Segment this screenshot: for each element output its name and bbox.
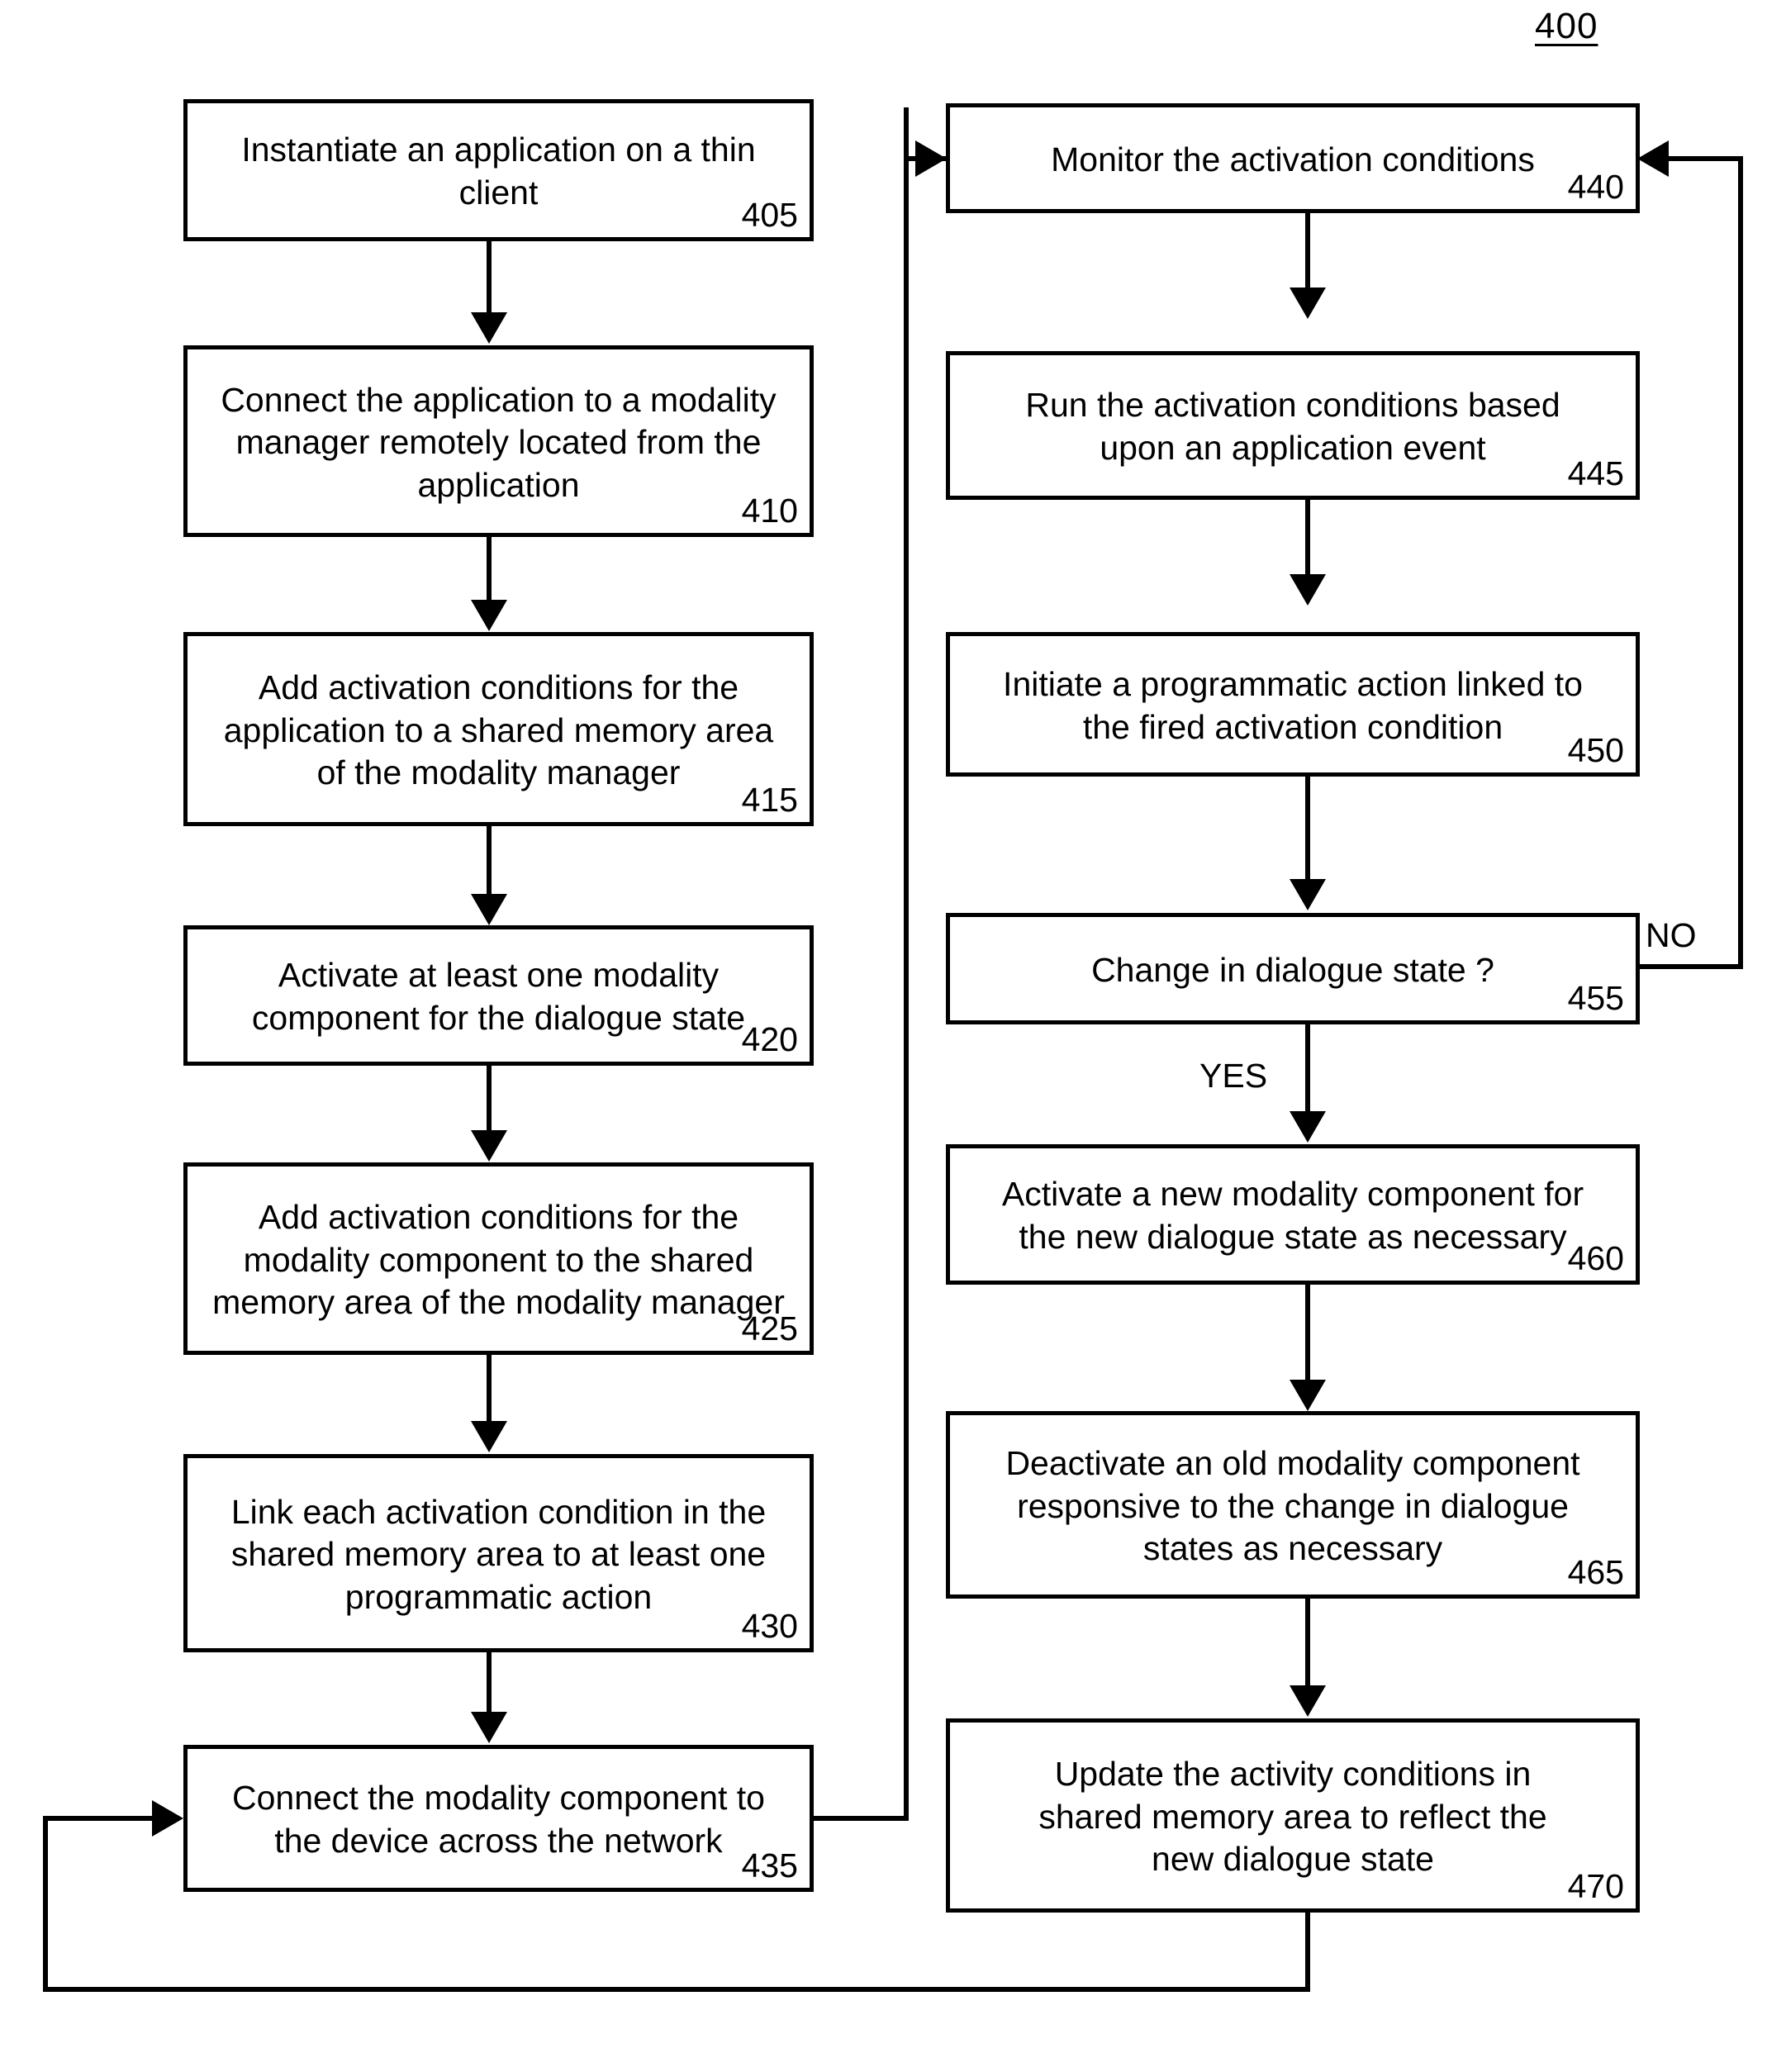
- connector-430-435-arrowhead: [471, 1712, 507, 1743]
- process-box-415-text: Add activation conditions for the applic…: [223, 668, 774, 792]
- process-box-435-ref: 435: [741, 1846, 798, 1884]
- connector-450-455-line: [1305, 777, 1310, 882]
- connector-440-445-arrowhead: [1290, 288, 1326, 319]
- process-box-425-text: Add activation conditions for the modali…: [212, 1198, 785, 1322]
- connector-410-415-line: [487, 537, 492, 601]
- loop-470-435-seg-up: [43, 1816, 48, 1992]
- loop-470-435-seg-down: [1305, 1913, 1310, 1992]
- connector-445-450-line: [1305, 500, 1310, 576]
- branch-label-no: NO: [1646, 916, 1697, 954]
- process-box-470: Update the activity conditions in shared…: [946, 1718, 1640, 1913]
- process-box-445-ref: 445: [1567, 454, 1624, 492]
- branch-no-seg-right: [1640, 964, 1743, 969]
- branch-yes-arrowhead: [1290, 1111, 1326, 1143]
- figure-number: 400: [1535, 6, 1598, 46]
- process-box-430-ref: 430: [741, 1606, 798, 1645]
- connector-450-455-arrowhead: [1290, 879, 1326, 910]
- connector-415-420-line: [487, 826, 492, 896]
- connector-435-440-seg-up: [904, 107, 909, 1821]
- branch-no-seg-into: [1669, 156, 1743, 161]
- connector-460-465-arrowhead: [1290, 1380, 1326, 1411]
- process-box-445: Run the activation conditions based upon…: [946, 351, 1640, 500]
- decision-box-455: Change in dialogue state ? 455: [946, 913, 1640, 1024]
- loop-470-435-seg-into: [43, 1816, 154, 1821]
- process-box-410-text: Connect the application to a modality ma…: [221, 380, 777, 504]
- connector-440-445-line: [1305, 213, 1310, 289]
- connector-425-430-line: [487, 1355, 492, 1423]
- branch-no-arrowhead: [1637, 140, 1669, 177]
- process-box-420-text: Activate at least one modality component…: [251, 956, 746, 1037]
- process-box-435: Connect the modality component to the de…: [183, 1745, 814, 1892]
- connector-435-440-seg-right: [814, 1816, 909, 1821]
- connector-445-450-arrowhead: [1290, 574, 1326, 606]
- process-box-465-ref: 465: [1567, 1552, 1624, 1591]
- process-box-430: Link each activation condition in the sh…: [183, 1454, 814, 1652]
- loop-470-435-arrowhead: [152, 1800, 183, 1837]
- connector-410-415-arrowhead: [471, 600, 507, 631]
- branch-label-yes: YES: [1199, 1057, 1268, 1095]
- connector-465-470-line: [1305, 1599, 1310, 1688]
- decision-box-455-text: Change in dialogue state ?: [1091, 950, 1494, 989]
- connector-405-410-line: [487, 241, 492, 314]
- flowchart-canvas: 400 Instantiate an application on a thin…: [0, 0, 1786, 2072]
- process-box-440-ref: 440: [1567, 167, 1624, 206]
- process-box-470-text: Update the activity conditions in shared…: [1038, 1755, 1547, 1879]
- process-box-465-text: Deactivate an old modality component res…: [1005, 1444, 1580, 1568]
- process-box-405-ref: 405: [741, 195, 798, 234]
- connector-430-435-line: [487, 1652, 492, 1713]
- connector-420-425-arrowhead: [471, 1130, 507, 1162]
- process-box-450: Initiate a programmatic action linked to…: [946, 632, 1640, 777]
- connector-465-470-arrowhead: [1290, 1685, 1326, 1717]
- branch-yes-line: [1305, 1024, 1310, 1114]
- process-box-430-text: Link each activation condition in the sh…: [230, 1492, 767, 1616]
- branch-no-seg-up: [1738, 156, 1743, 969]
- process-box-450-text: Initiate a programmatic action linked to…: [1003, 664, 1583, 746]
- process-box-415: Add activation conditions for the applic…: [183, 632, 814, 826]
- decision-box-455-ref: 455: [1567, 978, 1624, 1017]
- process-box-460-ref: 460: [1567, 1238, 1624, 1277]
- process-box-450-ref: 450: [1567, 730, 1624, 769]
- process-box-440: Monitor the activation conditions 440: [946, 103, 1640, 213]
- process-box-460: Activate a new modality component for th…: [946, 1144, 1640, 1285]
- connector-405-410-arrowhead: [471, 312, 507, 344]
- process-box-460-text: Activate a new modality component for th…: [1001, 1175, 1584, 1256]
- process-box-470-ref: 470: [1567, 1866, 1624, 1905]
- process-box-445-text: Run the activation conditions based upon…: [1025, 386, 1560, 467]
- connector-425-430-arrowhead: [471, 1421, 507, 1452]
- process-box-440-text: Monitor the activation conditions: [1051, 140, 1535, 178]
- connector-460-465-line: [1305, 1285, 1310, 1382]
- connector-435-440-arrowhead: [915, 140, 947, 177]
- process-box-405-text: Instantiate an application on a thin cli…: [241, 131, 756, 211]
- process-box-425: Add activation conditions for the modali…: [183, 1162, 814, 1355]
- process-box-435-text: Connect the modality component to the de…: [232, 1779, 765, 1860]
- process-box-410-ref: 410: [741, 491, 798, 530]
- process-box-405: Instantiate an application on a thin cli…: [183, 99, 814, 241]
- loop-470-435-seg-left: [43, 1987, 1310, 1992]
- process-box-420-ref: 420: [741, 1019, 798, 1058]
- process-box-425-ref: 425: [741, 1309, 798, 1347]
- connector-420-425-line: [487, 1066, 492, 1132]
- process-box-465: Deactivate an old modality component res…: [946, 1411, 1640, 1599]
- connector-415-420-arrowhead: [471, 894, 507, 925]
- process-box-410: Connect the application to a modality ma…: [183, 345, 814, 537]
- process-box-415-ref: 415: [741, 780, 798, 819]
- process-box-420: Activate at least one modality component…: [183, 925, 814, 1066]
